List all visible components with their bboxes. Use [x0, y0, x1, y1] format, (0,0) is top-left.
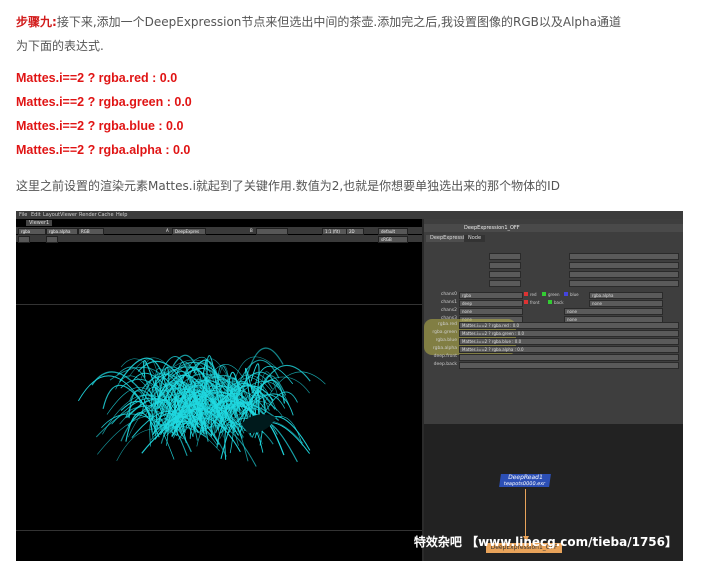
- deepread-node[interactable]: DeepRead1 teapots0000.exr: [499, 474, 551, 487]
- expression-green: Mattes.i==2 ? rgba.green : 0.0: [16, 95, 192, 109]
- expr-field-green[interactable]: Mattes.i==2 ? rgba.green : 0.0: [459, 330, 679, 337]
- expr-label-blue: rgba.blue: [435, 338, 457, 343]
- teapot-shadow: [241, 414, 276, 434]
- temp-name-field[interactable]: [489, 280, 521, 287]
- chans2-label: chans2: [440, 308, 457, 313]
- chans2-extra-select[interactable]: none: [564, 308, 663, 315]
- chans1-label: chans1: [440, 300, 457, 305]
- intro-line-2: 为下面的表达式.: [16, 39, 104, 53]
- menu-file[interactable]: File: [19, 212, 27, 218]
- step-label: 步骤九:: [16, 15, 57, 29]
- chans2-row: chans2 none none: [424, 307, 683, 315]
- expr-field-deep-back[interactable]: [459, 362, 679, 369]
- front-checkbox[interactable]: [524, 300, 528, 304]
- nuke-screenshot: File Edit Layout Viewer Render Cache Hel…: [16, 211, 683, 561]
- red-label: red: [530, 292, 537, 297]
- chans0-label: chans0: [440, 292, 457, 297]
- properties-title: DeepExpression1_OFF: [464, 225, 520, 231]
- expr-row-red: rgba.red Mattes.i==2 ? rgba.red : 0.0: [424, 321, 683, 329]
- expression-alpha: Mattes.i==2 ? rgba.alpha : 0.0: [16, 143, 191, 157]
- menu-layout[interactable]: Layout: [43, 212, 60, 218]
- expr-field-deep-front[interactable]: [459, 354, 679, 361]
- back-label: back: [554, 300, 564, 305]
- expr-row-alpha: rgba.alpha Mattes.i==2 ? rgba.alpha : 0.…: [424, 345, 683, 353]
- chans0-select[interactable]: rgba: [459, 292, 523, 299]
- temp-expr-field[interactable]: [569, 280, 679, 287]
- expr-field-alpha[interactable]: Mattes.i==2 ? rgba.alpha : 0.0: [459, 346, 679, 353]
- chans2-select[interactable]: none: [459, 308, 523, 315]
- expression-red: Mattes.i==2 ? rgba.red : 0.0: [16, 71, 178, 85]
- viewer-panel: Viewer1 rgba rgba.alpha RGB A DeepExpres…: [16, 219, 422, 561]
- expr-row-green: rgba.green Mattes.i==2 ? rgba.green : 0.…: [424, 329, 683, 337]
- deepread-node-name: DeepRead1: [507, 474, 544, 481]
- properties-titlebar: DeepExpression1_OFF: [424, 224, 683, 232]
- intro-text: 接下来,添加一个DeepExpression节点来但选出中间的茶壶.添加完之后,…: [56, 15, 622, 29]
- blue-label: blue: [570, 292, 579, 297]
- expression-blue: Mattes.i==2 ? rgba.blue : 0.0: [16, 119, 184, 133]
- teapot-fur-render: [77, 347, 326, 467]
- chans0-extra-select[interactable]: rgba.alpha: [589, 292, 663, 299]
- expr-label-alpha: rgba.alpha: [432, 346, 457, 351]
- menu-edit[interactable]: Edit: [31, 212, 41, 218]
- chans1-extra-select[interactable]: none: [589, 300, 663, 307]
- deepread-node-file: teapots0000.exr: [503, 481, 546, 487]
- tab-node[interactable]: Node: [464, 235, 486, 242]
- expr-label-green: rgba.green: [432, 330, 457, 335]
- intro-line-1: 步骤九:接下来,添加一个DeepExpression节点来但选出中间的茶壶.添加…: [16, 13, 621, 30]
- back-checkbox[interactable]: [548, 300, 552, 304]
- expr-row-blue: rgba.blue Mattes.i==2 ? rgba.blue : 0.0: [424, 337, 683, 345]
- menu-bar: File Edit Layout Viewer Render Cache Hel…: [16, 211, 683, 219]
- expr-row-deep-back: deep.back: [424, 361, 683, 369]
- temp-expr-field[interactable]: [569, 262, 679, 269]
- menu-cache[interactable]: Cache: [98, 212, 114, 218]
- green-checkbox[interactable]: [542, 292, 546, 296]
- properties-panel: DeepExpression1_OFF DeepExpression Node …: [424, 219, 683, 424]
- expr-row-deep-front: deep.front: [424, 353, 683, 361]
- menu-help[interactable]: Help: [116, 212, 127, 218]
- outro-text: 这里之前设置的渲染元素Mattes.i就起到了关键作用.数值为2,也就是你想要单…: [16, 179, 560, 193]
- chans0-row: chans0 rgba red green blue rgba.alpha: [424, 291, 683, 299]
- temp-expr-field[interactable]: [569, 271, 679, 278]
- temp-expr-field[interactable]: [569, 253, 679, 260]
- front-label: front: [530, 300, 540, 305]
- blue-checkbox[interactable]: [564, 292, 568, 296]
- fur-strand: [224, 424, 239, 460]
- green-label: green: [548, 292, 560, 297]
- expr-label-deep-back: deep.back: [433, 362, 457, 367]
- chans1-select[interactable]: deep: [459, 300, 523, 307]
- expr-field-blue[interactable]: Mattes.i==2 ? rgba.blue : 0.0: [459, 338, 679, 345]
- temp-name-field[interactable]: [489, 271, 521, 278]
- expr-label-deep-front: deep.front: [433, 354, 457, 359]
- expr-field-red[interactable]: Mattes.i==2 ? rgba.red : 0.0: [459, 322, 679, 329]
- temp-name-field[interactable]: [489, 253, 521, 260]
- expr-label-red: rgba.red: [437, 322, 457, 327]
- temp-name-field[interactable]: [489, 262, 521, 269]
- red-checkbox[interactable]: [524, 292, 528, 296]
- menu-render[interactable]: Render: [79, 212, 97, 218]
- menu-viewer[interactable]: Viewer: [60, 212, 77, 218]
- chans1-row: chans1 deep front back none: [424, 299, 683, 307]
- watermark: 特效杂吧 【www.linecg.com/tieba/1756】: [413, 535, 677, 549]
